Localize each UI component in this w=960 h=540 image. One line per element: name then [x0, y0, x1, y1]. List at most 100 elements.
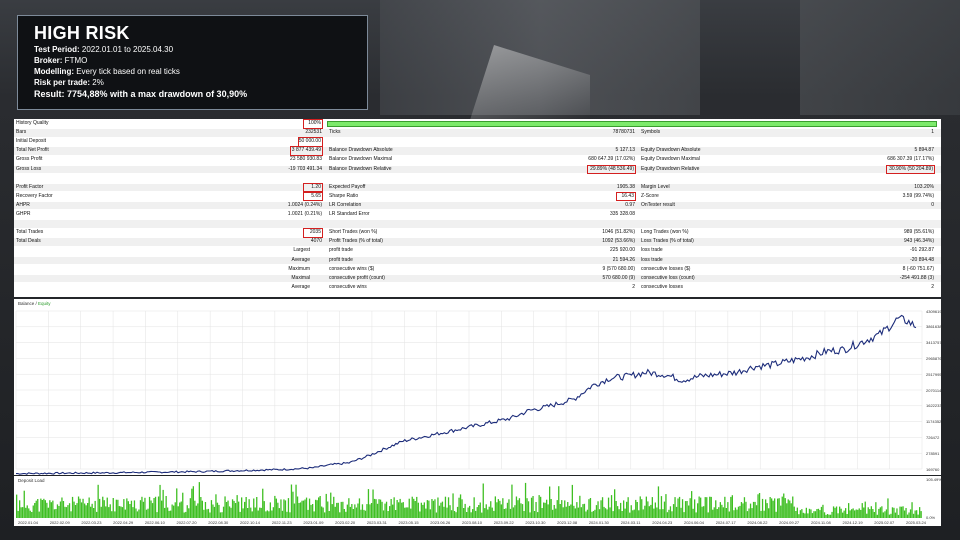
report-value: 335 328.08 [609, 211, 635, 217]
deposit-load-bar [96, 511, 98, 518]
deposit-load-bar [455, 512, 457, 518]
deposit-load-bar [84, 503, 86, 518]
report-row: Total Net Profit 3 877 439.49 Balance Draw… [14, 146, 941, 156]
deposit-load-bar [206, 509, 208, 518]
deposit-load-bar [609, 507, 611, 518]
deposit-load-bar [183, 512, 185, 518]
deposit-load-bar [299, 502, 302, 518]
deposit-load-bar [603, 506, 605, 518]
x-tick-label: 2022.08.30 [208, 520, 229, 525]
deposit-load-bar [647, 501, 649, 518]
balance-chart-svg [15, 310, 923, 475]
deposit-load-bar [102, 496, 104, 518]
deposit-load-bar [533, 511, 536, 518]
deposit-load-bar [281, 510, 284, 518]
deposit-load-bar [912, 513, 915, 518]
report-value: 5 127.13 [615, 147, 635, 154]
deposit-load-bar [518, 498, 521, 518]
deposit-load-bar [713, 507, 715, 518]
y-tick-label: 3413757 [926, 340, 942, 346]
deposit-load-bar [783, 493, 785, 518]
deposit-load-bar [512, 507, 515, 518]
deposit-load-bar [272, 507, 274, 518]
deposit-load-bar [284, 500, 287, 518]
deposit-load-bar [535, 502, 537, 518]
deposit-load-bar [250, 507, 252, 518]
deposit-load-bar [712, 509, 714, 518]
x-tick-label: 2023.06.26 [430, 520, 451, 525]
deposit-load-bar [443, 506, 445, 518]
report-label: Recovery Factor [16, 192, 53, 199]
report-value: 1.0021 (0.21%) [287, 211, 322, 217]
deposit-load-bar [804, 513, 806, 518]
deposit-load-bar [405, 507, 407, 518]
report-label: Profit Trades (% of total) [329, 238, 383, 245]
deposit-load-bar [257, 510, 259, 518]
deposit-load-bar [438, 505, 441, 518]
deposit-load-bar [20, 507, 22, 518]
deposit-load-bar [321, 506, 323, 518]
report-label: Maximum [288, 265, 310, 272]
x-tick-label: 2023.03.31 [366, 520, 387, 525]
report-value: 2 [632, 283, 635, 290]
report-label: LR Standard Error [329, 211, 370, 217]
deposit-load-bar [876, 514, 878, 518]
deposit-load-bar [517, 500, 519, 518]
deposit-load-bar [842, 512, 844, 518]
report-label: Maximal [291, 274, 310, 281]
deposit-load-bar [835, 506, 838, 518]
deposit-load-bar [114, 511, 116, 518]
deposit-load-bar [161, 500, 163, 518]
deposit-load-bar [50, 502, 52, 518]
deposit-load-bar [420, 502, 422, 518]
deposit-load-bar [324, 512, 326, 518]
deposit-load-bar [897, 514, 900, 518]
deposit-load-bar [638, 510, 640, 518]
y-tick-label: 2965876 [926, 355, 942, 361]
deposit-load-bar [355, 507, 358, 518]
deposit-load-bar [367, 489, 370, 518]
deposit-load-bar [604, 508, 607, 518]
deposit-load-bar [567, 502, 569, 518]
deposit-load-bar [230, 507, 232, 518]
deposit-load-bar [594, 509, 596, 518]
report-label: GHPR [16, 211, 31, 217]
deposit-load-bar [881, 506, 883, 518]
report-label [14, 175, 154, 183]
report-value: 5 894.87 [914, 147, 934, 154]
x-tick-label: 2023.08.10 [461, 520, 483, 525]
deposit-load-bar [52, 500, 54, 518]
report-value: 0 [931, 201, 934, 208]
deposit-load-bar [301, 500, 303, 518]
deposit-load-bar [906, 514, 909, 518]
deposit-load-bar [289, 512, 291, 518]
deposit-load-bar [295, 484, 297, 518]
deposit-load-bar [385, 501, 388, 518]
deposit-load-bar [502, 498, 504, 518]
deposit-load-bar [121, 507, 123, 518]
deposit-load-bar [328, 511, 330, 518]
legend-equity: Equity [38, 301, 51, 306]
deposit-load-bar [771, 498, 773, 518]
deposit-load-bar [577, 507, 579, 518]
deposit-load-bar [909, 509, 912, 518]
deposit-load-bar [318, 497, 320, 518]
deposit-load-bar [138, 509, 140, 518]
deposit-load-bar [734, 507, 737, 518]
deposit-load-bar [700, 497, 702, 518]
deposit-load-bar [716, 509, 718, 518]
deposit-load-bar [562, 507, 564, 518]
report-label: Expected Payoff [329, 183, 366, 190]
deposit-load-bar [381, 501, 383, 518]
deposit-load-bar [47, 507, 49, 518]
deposit-load-bar [411, 496, 413, 518]
deposit-load-bar [555, 508, 557, 518]
deposit-load-bar [194, 500, 196, 518]
deposit-load-bar [825, 514, 827, 518]
deposit-load-bar [636, 502, 638, 518]
report-value: 50 000.00 [297, 137, 324, 147]
deposit-load-bar [319, 496, 321, 518]
deposit-load-bar [630, 505, 632, 518]
deposit-load-bar [521, 504, 524, 518]
deposit-load-bar [67, 505, 69, 518]
